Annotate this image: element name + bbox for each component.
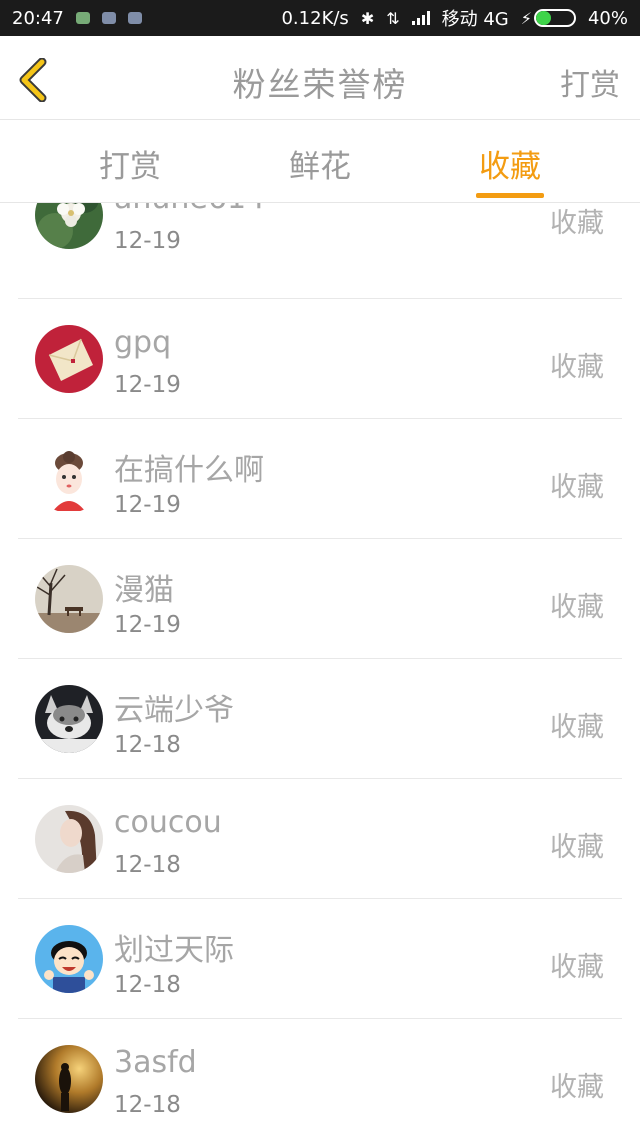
- data-transfer-icon: ⇅: [386, 8, 400, 28]
- night-street-avatar: [35, 1045, 103, 1113]
- app-notification-icon: [101, 12, 116, 24]
- status-left: 20:47: [12, 8, 142, 29]
- user-name: 漫猫: [114, 573, 174, 608]
- user-name: 云端少爷: [114, 693, 234, 728]
- favorite-label: 收藏: [550, 208, 604, 239]
- battery-icon: ⚡: [521, 9, 576, 28]
- list-item[interactable]: 漫猫 12-19 收藏: [18, 539, 622, 659]
- fan-list[interactable]: anune614 12-19 收藏 gpq 12-19 收藏: [0, 203, 640, 1138]
- charging-icon: ⚡: [520, 8, 532, 28]
- network-speed: 0.12K/s: [281, 7, 349, 29]
- status-bar: 20:47 0.12K/s ✱ ⇅ 移动 4G ⚡ 40%: [0, 0, 640, 36]
- woman-portrait-avatar: [35, 805, 103, 873]
- battery-percent: 40%: [587, 7, 628, 29]
- favorite-label: 收藏: [550, 472, 604, 503]
- tab-flowers[interactable]: 鲜花: [288, 141, 352, 186]
- app-notification-icon-2: [127, 12, 142, 24]
- user-name: anune614: [114, 203, 265, 216]
- carrier-label: 移动 4G: [441, 9, 509, 30]
- girl-avatar: [35, 445, 103, 513]
- app-header: 粉丝荣誉榜 打赏: [0, 36, 640, 120]
- reward-button[interactable]: 打赏: [560, 60, 620, 104]
- envelope-avatar: [35, 325, 103, 393]
- wechat-notification-icon: [75, 12, 90, 24]
- signal-icon: [411, 11, 430, 25]
- list-item[interactable]: anune614 12-19 收藏: [18, 203, 622, 299]
- favorite-label: 收藏: [550, 712, 604, 743]
- status-right: 0.12K/s ✱ ⇅ 移动 4G ⚡ 40%: [281, 5, 628, 31]
- favorite-date: 12-18: [114, 972, 181, 998]
- tab-reward[interactable]: 打赏: [98, 141, 162, 186]
- list-item[interactable]: 3asfd 12-18 收藏: [18, 1019, 622, 1138]
- cartoon-boy-avatar: [35, 925, 103, 993]
- user-name: coucou: [114, 805, 222, 840]
- husky-avatar: [35, 685, 103, 753]
- favorite-date: 12-18: [114, 732, 181, 758]
- page-title: 粉丝荣誉榜: [232, 65, 408, 104]
- user-name: 划过天际: [114, 933, 234, 968]
- user-name: gpq: [114, 325, 172, 360]
- user-name: 在搞什么啊: [114, 453, 264, 488]
- favorite-date: 12-19: [114, 492, 181, 518]
- list-item[interactable]: 划过天际 12-18 收藏: [18, 899, 622, 1019]
- favorite-label: 收藏: [550, 1072, 604, 1103]
- favorite-date: 12-19: [114, 372, 181, 398]
- list-item[interactable]: coucou 12-18 收藏: [18, 779, 622, 899]
- favorite-date: 12-19: [114, 612, 181, 638]
- favorite-label: 收藏: [550, 352, 604, 383]
- favorite-label: 收藏: [550, 592, 604, 623]
- favorite-date: 12-19: [114, 228, 181, 254]
- status-time: 20:47: [12, 7, 64, 29]
- tab-bar: 打赏 鲜花 收藏: [0, 121, 640, 203]
- list-item[interactable]: gpq 12-19 收藏: [18, 299, 622, 419]
- bluetooth-icon: ✱: [360, 8, 375, 28]
- favorite-date: 12-18: [114, 1092, 181, 1118]
- tree-bench-avatar: [35, 565, 103, 633]
- user-name: 3asfd: [114, 1045, 197, 1080]
- flower-avatar: [35, 203, 103, 249]
- favorite-label: 收藏: [550, 832, 604, 863]
- tab-favorites[interactable]: 收藏: [476, 141, 544, 186]
- favorite-label: 收藏: [550, 952, 604, 983]
- favorite-date: 12-18: [114, 852, 181, 878]
- list-item[interactable]: 云端少爷 12-18 收藏: [18, 659, 622, 779]
- active-tab-indicator: [476, 193, 544, 198]
- list-item[interactable]: 在搞什么啊 12-19 收藏: [18, 419, 622, 539]
